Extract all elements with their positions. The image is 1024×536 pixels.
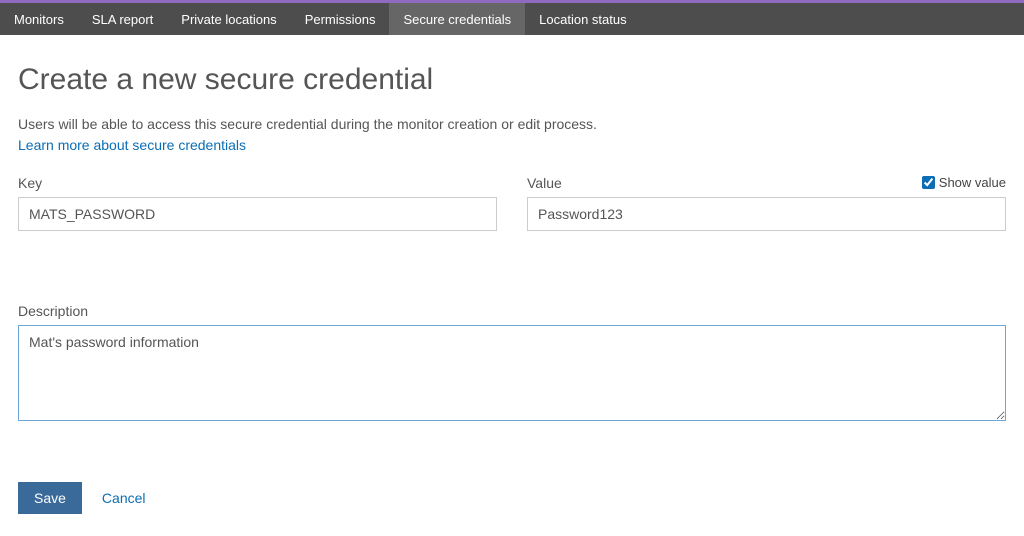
show-value-checkbox[interactable] <box>922 176 935 189</box>
main-nav: Monitors SLA report Private locations Pe… <box>0 3 1024 35</box>
cancel-button[interactable]: Cancel <box>102 490 146 506</box>
key-value-row: Key Value Show value <box>18 175 1006 231</box>
show-value-label: Show value <box>939 175 1006 190</box>
value-column: Value Show value <box>527 175 1006 231</box>
nav-item-permissions[interactable]: Permissions <box>291 3 390 35</box>
key-label: Key <box>18 175 42 191</box>
show-value-toggle[interactable]: Show value <box>922 175 1006 190</box>
nav-item-secure-credentials[interactable]: Secure credentials <box>389 3 525 35</box>
save-button[interactable]: Save <box>18 482 82 514</box>
value-input[interactable] <box>527 197 1006 231</box>
action-row: Save Cancel <box>18 482 1006 514</box>
nav-item-monitors[interactable]: Monitors <box>0 3 78 35</box>
description-label: Description <box>18 303 1006 319</box>
nav-item-private-locations[interactable]: Private locations <box>167 3 290 35</box>
nav-item-sla-report[interactable]: SLA report <box>78 3 167 35</box>
learn-more-link[interactable]: Learn more about secure credentials <box>18 137 246 153</box>
page-title: Create a new secure credential <box>18 63 1006 97</box>
nav-item-location-status[interactable]: Location status <box>525 3 640 35</box>
page-subtitle: Users will be able to access this secure… <box>18 115 1006 135</box>
description-textarea[interactable] <box>18 325 1006 421</box>
key-input[interactable] <box>18 197 497 231</box>
value-label: Value <box>527 175 562 191</box>
content-area: Create a new secure credential Users wil… <box>0 35 1024 534</box>
key-column: Key <box>18 175 497 231</box>
description-section: Description <box>18 303 1006 424</box>
